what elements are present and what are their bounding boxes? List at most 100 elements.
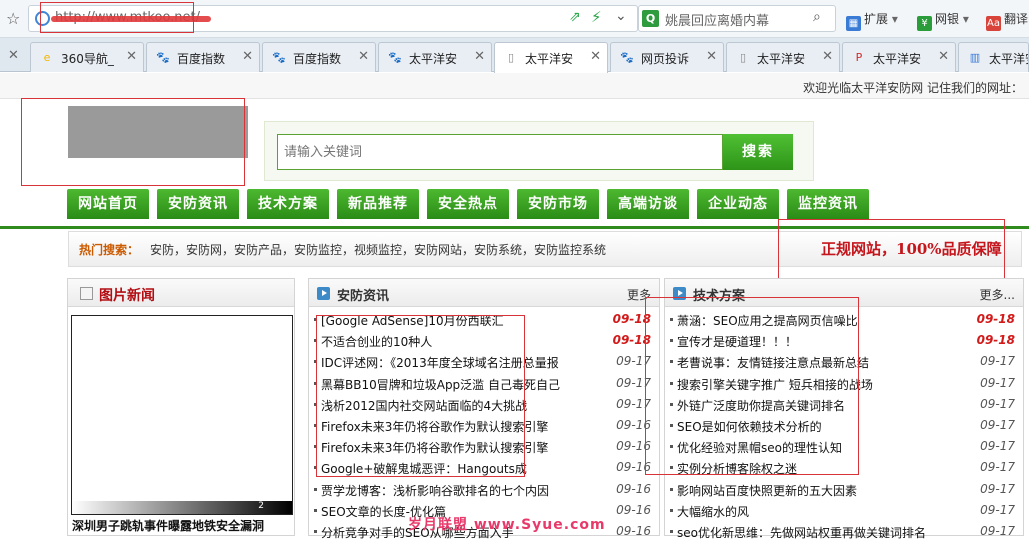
article-link[interactable]: seo优化新思维：先做网站权重再做关键词排名 [677, 524, 965, 541]
tab-close-icon[interactable]: ✕ [706, 49, 717, 64]
browser-tab[interactable]: e 360导航_ ✕ [30, 42, 144, 72]
article-date: 09-17 [980, 439, 1015, 454]
tab-label: 太平洋安 [525, 52, 574, 66]
tab-close-icon[interactable]: ✕ [474, 49, 485, 64]
annotation-box-logo [21, 98, 245, 186]
nav-item[interactable]: 安防市场 [517, 189, 599, 219]
nav-item[interactable]: 企业动态 [697, 189, 779, 219]
nav-item[interactable]: 监控资讯 [787, 189, 869, 219]
search-engine-icon[interactable]: Q [642, 10, 659, 27]
tab-close-icon[interactable]: ✕ [126, 49, 137, 64]
annotation-box-tech [645, 297, 859, 475]
list-item[interactable]: seo优化新思维：先做网站权重再做关键词排名 09-17 [665, 521, 1023, 542]
page-icon: ▯ [507, 51, 515, 64]
chevron-down-icon[interactable]: ▾ [888, 12, 898, 26]
picture-icon [80, 287, 93, 300]
baidu-paw-icon: 🐾 [388, 51, 402, 64]
tab-close-icon[interactable]: ✕ [938, 49, 949, 64]
share-icon[interactable]: ⇗ [569, 9, 581, 25]
list-item[interactable]: 大幅缩水的风 09-17 [665, 500, 1023, 521]
browser-tab[interactable]: 🐾 网页投诉 ✕ [610, 42, 724, 72]
panel-header: 安防资讯 更多 [309, 279, 659, 307]
extension-icon: ¥ [917, 16, 932, 31]
search-button[interactable]: 搜索 [723, 134, 793, 170]
browser-tab[interactable]: P 太平洋安 ✕ [842, 42, 956, 72]
browser-tab[interactable]: ▯ 太平洋安 ✕ [494, 42, 608, 73]
article-date: 09-17 [980, 502, 1015, 517]
bullet-icon [314, 487, 317, 491]
image-caption-bar: 2 [72, 501, 292, 514]
chevron-down-icon[interactable]: ▾ [959, 12, 969, 26]
news-image-caption[interactable]: 深圳男子跳轨事件曝露地铁安全漏洞 [72, 517, 292, 534]
tab-label: 太平洋安 [873, 52, 922, 66]
tab-label: 百度指数 [293, 52, 342, 66]
hot-search-keywords[interactable]: 安防，安防网，安防产品，安防监控，视频监控，安防网站，安防系统，安防监控系统 [150, 241, 606, 258]
tab-close-icon[interactable]: ✕ [242, 49, 253, 64]
browser-tab[interactable]: 🐾 太平洋安 ✕ [378, 42, 492, 72]
nav-item[interactable]: 网站首页 [67, 189, 149, 219]
hot-search-label: 热门搜索： [79, 243, 140, 257]
extension-label: 扩展 [864, 12, 889, 26]
extension-button[interactable]: ▦ 扩展 ▾ [846, 10, 898, 31]
list-item[interactable]: 贾学龙博客：浅析影响谷歌排名的七个内因 09-16 [309, 479, 659, 500]
chevron-down-icon[interactable]: ⌄ [615, 8, 627, 24]
nav-item[interactable]: 安全热点 [427, 189, 509, 219]
tab-label: 太平洋安 [409, 52, 458, 66]
page-icon: ▯ [739, 51, 747, 64]
article-date: 09-16 [616, 481, 651, 496]
article-date: 09-17 [980, 417, 1015, 432]
nav-item[interactable]: 新品推荐 [337, 189, 419, 219]
more-link[interactable]: 更多... [980, 286, 1015, 303]
browser-tab[interactable]: ▥ 太平洋安 [958, 42, 1029, 72]
nav-item[interactable]: 技术方案 [247, 189, 329, 219]
pconline-icon: P [855, 51, 863, 64]
panel-header: 图片新闻 [68, 279, 294, 307]
news-image[interactable]: 2 [71, 315, 293, 515]
browser-tab[interactable]: 🐾 百度指数 ✕ [262, 42, 376, 72]
tab-close-icon[interactable]: ✕ [590, 49, 601, 64]
article-link[interactable]: 影响网站百度快照更新的五大因素 [677, 482, 965, 499]
list-item[interactable]: 影响网站百度快照更新的五大因素 09-17 [665, 479, 1023, 500]
bookmark-star-icon[interactable]: ☆ [6, 9, 20, 28]
annotation-box-url [40, 2, 194, 33]
extension-button[interactable]: Aa 翻译 [986, 10, 1028, 31]
bullet-icon [670, 529, 673, 533]
bullet-icon [670, 508, 673, 512]
article-date: 09-17 [980, 354, 1015, 369]
baidu-paw-icon: 🐾 [620, 51, 634, 64]
speed-mode-icon[interactable]: ⚡ [591, 8, 602, 26]
360-icon: e [43, 51, 51, 64]
nav-item[interactable]: 安防资讯 [157, 189, 239, 219]
article-link[interactable]: 大幅缩水的风 [677, 503, 965, 520]
tab-label: 360导航_ [61, 52, 114, 66]
article-date: 09-16 [616, 502, 651, 517]
browser-tab[interactable]: ▯ 太平洋安 ✕ [726, 42, 840, 72]
bullet-icon [314, 529, 317, 533]
article-date: 09-18 [976, 333, 1015, 348]
play-arrow-icon [317, 287, 330, 300]
extension-icon: Aa [986, 16, 1001, 31]
tab-label: 太平洋安 [989, 52, 1028, 66]
browser-search-box[interactable]: Q 姚晨回应离婚内幕 ⌕ [638, 5, 836, 32]
chart-icon: ▥ [969, 51, 981, 64]
article-date: 09-17 [980, 481, 1015, 496]
site-search: 搜索 [264, 121, 814, 181]
search-icon[interactable]: ⌕ [813, 9, 821, 25]
tab-close-icon[interactable]: ✕ [822, 49, 833, 64]
tab-close-icon[interactable]: ✕ [8, 48, 19, 63]
welcome-text: 欢迎光临太平洋安防网 记住我们的网址： [803, 81, 1023, 95]
nav-item[interactable]: 高端访谈 [607, 189, 689, 219]
article-link[interactable]: 贾学龙博客：浅析影响谷歌排名的七个内因 [321, 482, 606, 499]
article-date: 09-17 [980, 460, 1015, 475]
extension-label: 翻译 [1004, 12, 1029, 26]
article-date: 09-17 [980, 396, 1015, 411]
annotation-box-news [316, 315, 525, 477]
browser-search-text[interactable]: 姚晨回应离婚内幕 [665, 10, 769, 29]
slide-number[interactable]: 2 [258, 501, 264, 511]
baidu-paw-icon: 🐾 [156, 51, 170, 64]
browser-tab[interactable]: 🐾 百度指数 ✕ [146, 42, 260, 72]
tab-close-icon[interactable]: ✕ [358, 49, 369, 64]
extension-button[interactable]: ¥ 网银 ▾ [917, 10, 969, 31]
search-input[interactable] [277, 134, 723, 170]
extension-label: 网银 [935, 12, 960, 26]
